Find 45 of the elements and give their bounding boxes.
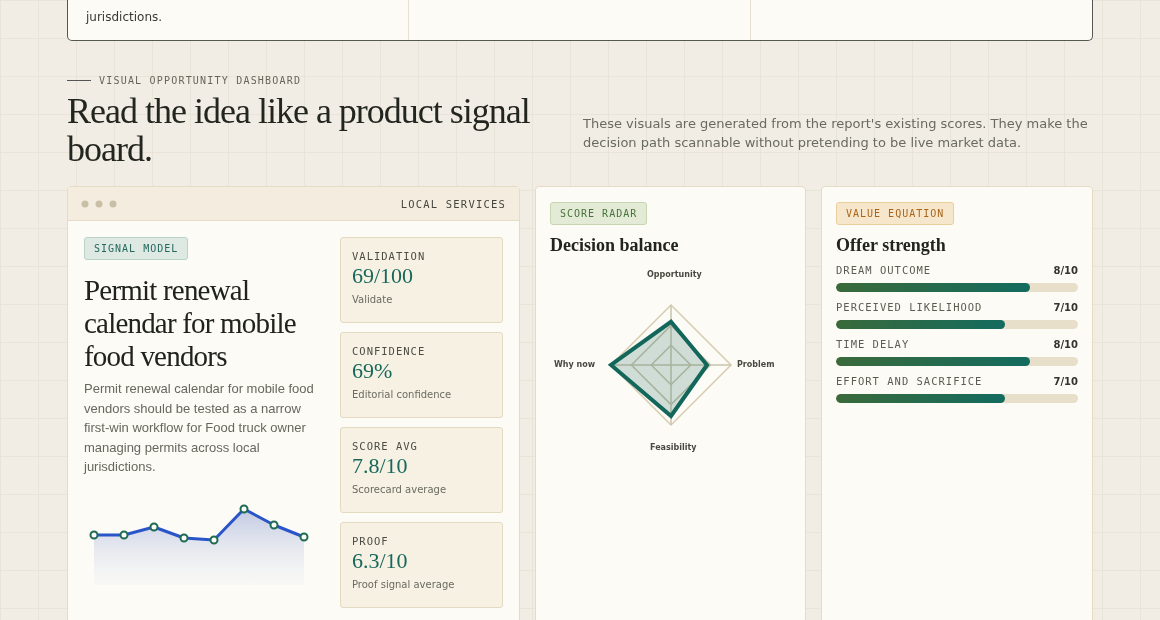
bar-score: 8/10 bbox=[1053, 265, 1078, 276]
sparkline-point bbox=[149, 522, 159, 531]
sparkline-point bbox=[89, 530, 99, 539]
section-heading: Read the idea like a product signal board. bbox=[67, 92, 531, 168]
metric-value: 7.8/10 bbox=[352, 453, 408, 479]
bar-label: PERCEIVED LIKELIHOOD bbox=[836, 301, 983, 313]
metric-value: 69/100 bbox=[352, 263, 414, 289]
idea-title: Permit renewal calendar for mobile food vendors bbox=[84, 274, 297, 373]
metric-caption: Scorecard average bbox=[352, 484, 447, 495]
metric-label: PROOF bbox=[352, 535, 389, 547]
bar-label: EFFORT AND SACRIFICE bbox=[836, 375, 983, 387]
metric-caption: Proof signal average bbox=[352, 579, 455, 590]
metric-label: VALIDATION bbox=[352, 250, 426, 262]
value-title: Offer strength bbox=[836, 235, 947, 256]
sparkline-point bbox=[299, 532, 309, 541]
axis-label: Problem bbox=[737, 360, 775, 369]
section-eyebrow: VISUAL OPPORTUNITY DASHBOARD bbox=[99, 75, 302, 86]
section-intro: These visuals are generated from the report's existing scores. They make the decision path scannable without pretending to be live market data. bbox=[583, 115, 1089, 152]
metric-caption: Validate bbox=[352, 294, 393, 305]
sparkline-point bbox=[209, 535, 219, 544]
sparkline-point bbox=[269, 520, 279, 529]
axis-label: Feasibility bbox=[650, 443, 697, 452]
window-dots-icon bbox=[81, 199, 117, 208]
metric-value: 6.3/10 bbox=[352, 548, 408, 574]
window-label: LOCAL SERVICES bbox=[400, 197, 506, 210]
summary-text: jurisdictions. bbox=[86, 10, 163, 24]
idea-summary: Permit renewal calendar for mobile food vendors should be tested as a narrow first-win workflow for Food truck owner managing permits across local jurisdictions. bbox=[84, 380, 315, 476]
metric-label: CONFIDENCE bbox=[352, 345, 426, 357]
value-tag: VALUE EQUATION bbox=[836, 202, 955, 225]
radar-tag: SCORE RADAR bbox=[550, 202, 648, 225]
bar-label: DREAM OUTCOME bbox=[836, 264, 932, 276]
bar-score: 7/10 bbox=[1053, 376, 1078, 387]
sparkline-point bbox=[179, 533, 189, 542]
bar-label: TIME DELAY bbox=[836, 338, 910, 350]
radar-title: Decision balance bbox=[550, 235, 680, 256]
metric-label: SCORE AVG bbox=[352, 440, 418, 452]
metric-caption: Editorial confidence bbox=[352, 389, 452, 400]
signal-tag: SIGNAL MODEL bbox=[84, 237, 189, 260]
axis-label: Opportunity bbox=[647, 270, 702, 279]
sparkline-point bbox=[239, 504, 249, 513]
axis-label: Why now bbox=[554, 360, 596, 369]
metric-value: 69% bbox=[352, 358, 393, 384]
bar-score: 8/10 bbox=[1053, 339, 1078, 350]
sparkline-point bbox=[119, 530, 129, 539]
bar-score: 7/10 bbox=[1053, 302, 1078, 313]
